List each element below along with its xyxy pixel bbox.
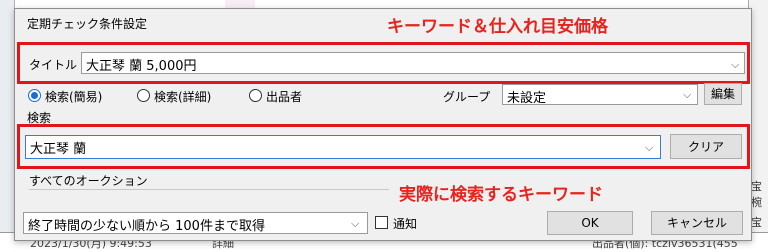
notify-label: 通知 — [393, 217, 418, 231]
periodic-check-dialog: 定期チェック条件設定 タイトル 大正琴 蘭 5,000円 ⌵ 検索(簡易) 検索… — [14, 8, 752, 241]
title-input[interactable]: 大正琴 蘭 5,000円 — [81, 52, 745, 74]
radio-label-detailed: 検索(詳細) — [154, 90, 212, 104]
radio-label-simple: 検索(簡易) — [45, 90, 103, 104]
search-input[interactable]: 大正琴 蘭 — [25, 135, 661, 159]
background-fragment: 宝 — [751, 216, 762, 229]
title-value: 大正琴 蘭 5,000円 — [86, 59, 197, 74]
radio-seller[interactable] — [249, 89, 262, 102]
notify-checkbox[interactable] — [375, 216, 388, 229]
background-fragment: 椀 — [751, 196, 762, 209]
dialog-titlebar[interactable]: 定期チェック条件設定 — [15, 9, 751, 35]
cancel-button[interactable]: キャンセル — [651, 211, 743, 235]
ok-button[interactable]: OK — [547, 211, 633, 235]
chevron-down-icon[interactable]: ⌵ — [731, 58, 739, 72]
clear-button[interactable]: クリア — [670, 134, 742, 159]
chevron-down-icon[interactable]: ⌵ — [645, 141, 653, 155]
group-label: グループ — [443, 90, 491, 104]
title-label: タイトル — [29, 58, 78, 72]
radio-detailed-search[interactable] — [137, 89, 150, 102]
background-left-column — [0, 0, 15, 251]
radio-label-seller: 出品者 — [266, 90, 303, 104]
search-value: 大正琴 蘭 — [30, 142, 87, 157]
annotation-keyword-price: キーワード＆仕入れ目安価格 — [387, 17, 608, 37]
fetch-option-select[interactable]: 終了時間の少ない順から 100件まで取得 — [23, 212, 368, 234]
group-value: 未設定 — [507, 91, 547, 105]
divider — [29, 189, 389, 190]
dialog-title: 定期チェック条件設定 — [27, 17, 148, 31]
annotation-search-keyword: 実際に検索するキーワード — [399, 185, 603, 205]
fetch-option-value: 終了時間の少ない順から 100件まで取得 — [28, 219, 265, 234]
group-edit-button[interactable]: 編集 — [704, 83, 742, 105]
auction-scope: すべてのオークション — [29, 174, 148, 188]
group-select[interactable]: 未設定 — [502, 84, 698, 105]
chevron-down-icon[interactable]: ⌵ — [351, 217, 359, 231]
background-fragment: 宝 — [751, 180, 762, 193]
radio-simple-search[interactable] — [28, 89, 41, 102]
chevron-down-icon[interactable]: ⌵ — [683, 88, 691, 102]
